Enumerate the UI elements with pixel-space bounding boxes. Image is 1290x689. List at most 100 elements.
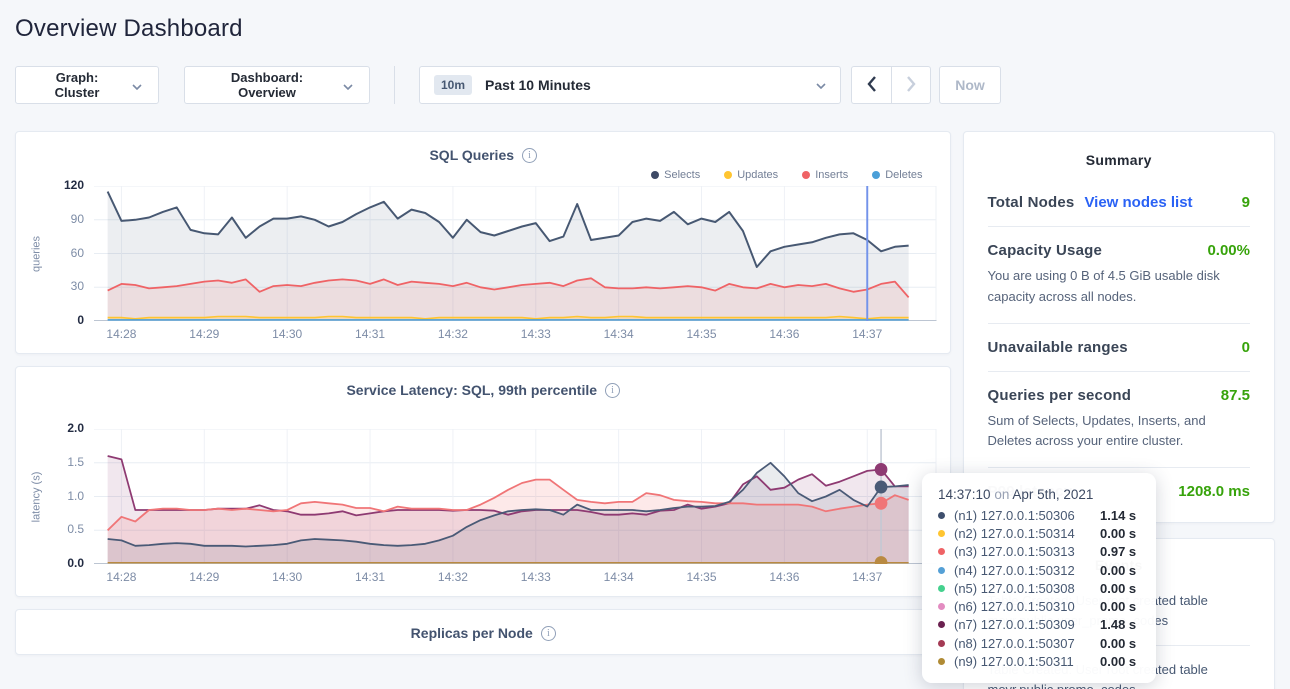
event-text: Table Created: User root created table <box>988 660 1251 680</box>
summary-row-unavailable-ranges: Unavailable ranges 0 <box>988 339 1251 356</box>
y-tick-label: 0.5 <box>67 522 84 536</box>
legend-dot <box>651 171 659 179</box>
event-item[interactable]: Table Created: User root created table m… <box>988 591 1251 631</box>
y-tick-label: 90 <box>71 212 84 226</box>
x-tick-label: 14:34 <box>604 327 634 341</box>
y-tick-label: 1.5 <box>67 455 84 469</box>
x-tick-label: 14:32 <box>438 327 468 341</box>
legend-item[interactable]: Deletes <box>872 168 922 182</box>
x-tick-label: 14:30 <box>272 570 302 584</box>
time-range-picker[interactable]: 10m Past 10 Minutes <box>419 66 841 104</box>
x-tick-label: 14:36 <box>769 327 799 341</box>
time-range-badge: 10m <box>434 75 472 95</box>
dashboard-dropdown[interactable]: Dashboard: Overview <box>184 66 370 104</box>
chart-title-row: Replicas per Node i <box>30 624 937 642</box>
time-step-buttons <box>851 66 931 104</box>
sql-queries-card: SQL Queries i Selects Updates Inserts Delet… <box>15 131 951 354</box>
charts-column: SQL Queries i Selects Updates Inserts Delet… <box>15 131 951 655</box>
chart-title: Service Latency: SQL, 99th percentile <box>346 382 597 398</box>
divider <box>988 323 1251 324</box>
y-axis-label: latency (s) <box>31 429 45 564</box>
x-tick-label: 14:29 <box>189 327 219 341</box>
dashboard-layout: SQL Queries i Selects Updates Inserts Delet… <box>15 131 1275 689</box>
x-tick-label: 14:31 <box>355 327 385 341</box>
x-tick-label: 14:35 <box>686 327 716 341</box>
x-tick-label: 14:33 <box>521 327 551 341</box>
info-icon[interactable]: i <box>605 383 620 398</box>
x-tick-label: 14:32 <box>438 570 468 584</box>
latency-chart[interactable] <box>94 429 937 564</box>
y-tick-label: 60 <box>71 246 84 260</box>
graph-scope-dropdown[interactable]: Graph: Cluster <box>15 66 159 104</box>
graph-scope-label: Graph: Cluster <box>32 70 122 100</box>
time-back-button[interactable] <box>851 66 891 104</box>
summary-label: Queries per second <box>988 387 1132 404</box>
chevron-down-icon <box>132 78 142 93</box>
x-tick-label: 14:28 <box>106 327 136 341</box>
legend-item[interactable]: Inserts <box>802 168 848 182</box>
info-icon[interactable]: i <box>522 148 537 163</box>
chart-row: queries 0306090120 14:2814:2914:3014:311… <box>30 186 937 343</box>
latency-plot[interactable]: 14:2814:2914:3014:3114:3214:3314:3414:35… <box>94 429 937 586</box>
chart-row: latency (s) 0.00.51.01.52.0 14:2814:2914… <box>30 429 937 586</box>
page-title: Overview Dashboard <box>15 15 1275 43</box>
service-latency-card: Service Latency: SQL, 99th percentile i … <box>15 366 951 597</box>
events-heading: Events <box>988 557 1251 573</box>
summary-row-total-nodes: Total Nodes View nodes list 9 <box>988 194 1251 211</box>
x-tick-label: 14:37 <box>852 570 882 584</box>
summary-value: 0.00% <box>1207 242 1250 259</box>
info-icon[interactable]: i <box>541 626 556 641</box>
controls-bar: Graph: Cluster Dashboard: Overview 10m P… <box>15 66 1275 104</box>
dashboard-label: Dashboard: Overview <box>201 70 333 100</box>
time-range-label: Past 10 Minutes <box>485 77 591 93</box>
event-item[interactable]: Table Created: User root created table m… <box>988 660 1251 689</box>
legend-dot <box>872 171 880 179</box>
summary-value: 0 <box>1242 339 1250 356</box>
x-tick-label: 14:37 <box>852 327 882 341</box>
spacer <box>30 399 937 429</box>
chart-title: Replicas per Node <box>411 625 533 641</box>
y-axis: queries 0306090120 <box>30 186 94 321</box>
y-tick-label: 0 <box>77 313 84 327</box>
summary-label: Total Nodes <box>988 194 1075 211</box>
events-panel: Events Table Created: User root created … <box>963 538 1276 689</box>
sql-queries-plot[interactable]: 14:2814:2914:3014:3114:3214:3314:3414:35… <box>94 186 937 343</box>
legend-item[interactable]: Updates <box>724 168 778 182</box>
chart-legend: Selects Updates Inserts Deletes <box>30 168 923 182</box>
event-table-name: movr.public.user_promo_codes <box>988 611 1251 631</box>
y-tick-label: 2.0 <box>67 421 84 435</box>
chevron-down-icon <box>816 76 826 94</box>
chevron-right-icon <box>906 76 916 95</box>
summary-value: 9 <box>1242 194 1250 211</box>
summary-description: You are using 0 B of 4.5 GiB usable disk… <box>988 266 1251 308</box>
summary-row-qps: Queries per second 87.5 <box>988 387 1251 404</box>
x-tick-label: 14:33 <box>521 570 551 584</box>
y-axis: latency (s) 0.00.51.01.52.0 <box>30 429 94 564</box>
sidebar-column: Summary Total Nodes View nodes list 9 Ca… <box>963 131 1276 689</box>
divider <box>988 226 1251 227</box>
summary-value: 87.5 <box>1221 387 1250 404</box>
summary-label: Unavailable ranges <box>988 339 1128 356</box>
chevron-down-icon <box>343 78 353 93</box>
y-tick-label: 0.0 <box>67 556 84 570</box>
view-nodes-link[interactable]: View nodes list <box>1084 194 1192 211</box>
y-tick-label: 120 <box>64 178 84 192</box>
x-tick-label: 14:36 <box>769 570 799 584</box>
legend-item[interactable]: Selects <box>651 168 700 182</box>
sql-queries-chart[interactable] <box>94 186 937 321</box>
replicas-per-node-card: Replicas per Node i <box>15 609 951 655</box>
y-tick-label: 1.0 <box>67 489 84 503</box>
overview-dashboard-page: Overview Dashboard Graph: Cluster Dashbo… <box>0 0 1290 689</box>
summary-heading: Summary <box>988 152 1251 168</box>
x-tick-label: 14:35 <box>686 570 716 584</box>
x-tick-label: 14:28 <box>106 570 136 584</box>
chevron-left-icon <box>867 76 877 95</box>
summary-value: 1208.0 ms <box>1178 483 1250 500</box>
time-forward-button[interactable] <box>891 66 931 104</box>
x-tick-label: 14:31 <box>355 570 385 584</box>
chart-title: SQL Queries <box>429 147 514 163</box>
x-tick-label: 14:29 <box>189 570 219 584</box>
summary-description: Sum of Selects, Updates, Inserts, and De… <box>988 411 1251 453</box>
now-button[interactable]: Now <box>939 66 1001 104</box>
summary-label: P99 latency <box>988 483 1073 500</box>
